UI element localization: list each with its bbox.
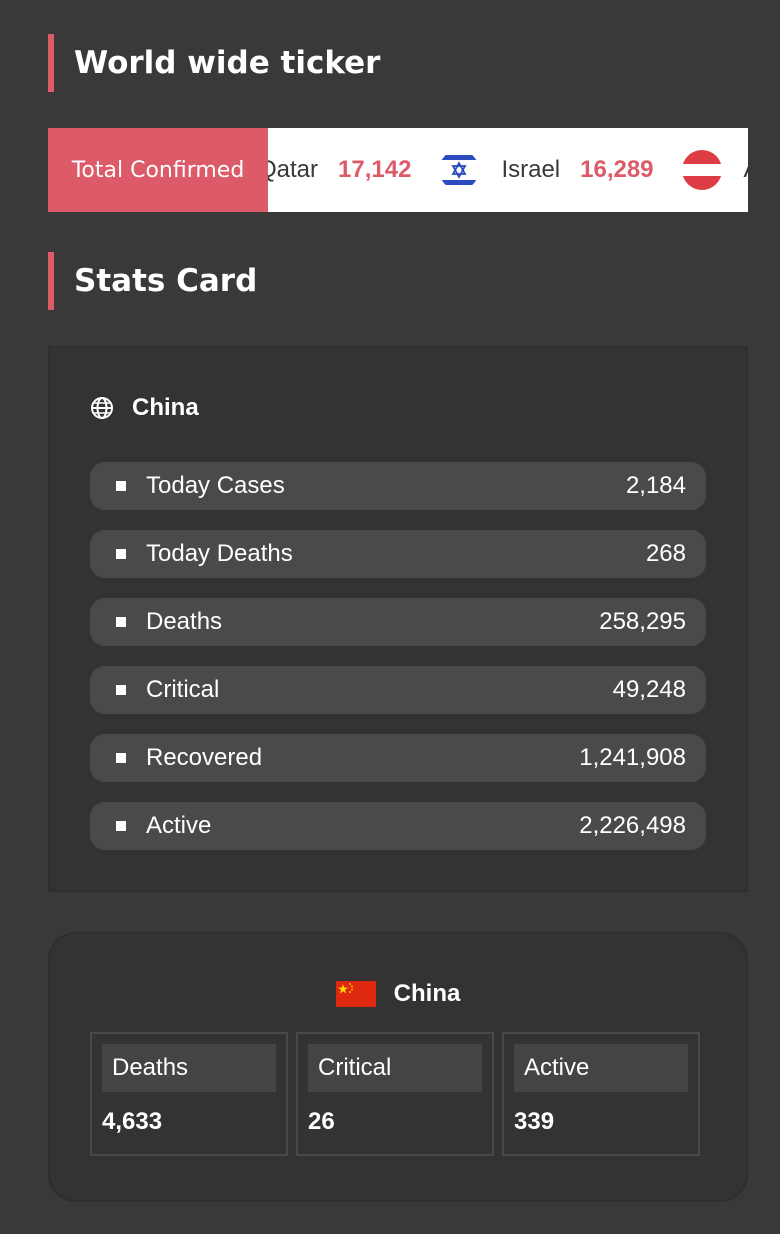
stats-card-header: China [90,394,199,422]
stat-value: 1,241,908 [579,744,686,771]
compact-box-label: Deaths [102,1044,276,1092]
globe-icon [90,396,114,420]
bullet-icon [116,821,126,831]
compact-box-label: Critical [308,1044,482,1092]
stat-row-today-deaths: Today Deaths 268 [90,530,706,578]
stat-row-today-cases: Today Cases 2,184 [90,462,706,510]
bullet-icon [116,481,126,491]
stat-row-recovered: Recovered 1,241,908 [90,734,706,782]
compact-card-country: China [393,980,461,1007]
bullet-icon [116,617,126,627]
compact-card-header: China [50,980,746,1008]
compact-box-label: Active [514,1044,688,1092]
austria-flag-icon [681,150,722,190]
ticker-label: Total Confirmed [48,128,268,212]
stats-section-title: Stats Card [48,252,748,310]
stat-value: 258,295 [599,608,686,635]
stat-value: 2,184 [625,472,686,499]
bullet-icon [116,753,126,763]
china-flag-icon [335,981,376,1007]
stats-list: Today Cases 2,184 Today Deaths 268 Death… [90,462,706,870]
compact-box-deaths: Deaths 4,633 [90,1032,288,1156]
ticker-country-name: Israel [501,156,561,183]
stat-label: Deaths [146,608,223,635]
stat-label: Active [146,812,212,839]
bullet-icon [116,549,126,559]
stat-row-deaths: Deaths 258,295 [90,598,706,646]
stats-card: China Today Cases 2,184 Today Deaths 268… [48,346,748,892]
stat-value: 49,248 [612,676,686,703]
stat-label: Today Cases [146,472,285,499]
stat-value: 268 [645,540,686,567]
ticker-item-austria: A [681,150,748,190]
stat-label: Today Deaths [146,540,293,567]
ticker-country-value: 17,142 [338,156,412,183]
compact-stat-boxes: Deaths 4,633 Critical 26 Active 339 [90,1032,700,1156]
stat-value: 2,226,498 [579,812,686,839]
compact-box-value: 4,633 [102,1108,163,1135]
bullet-icon [116,685,126,695]
ticker-item-israel: Israel 16,289 [439,150,654,190]
ticker-section-title: World wide ticker [48,34,748,92]
compact-box-critical: Critical 26 [296,1032,494,1156]
ticker-track: Qatar 17,142 Israel 16,289 [258,128,748,212]
ticker-country-value: 16,289 [580,156,654,183]
stat-row-active: Active 2,226,498 [90,802,706,850]
israel-flag-icon [439,150,480,190]
stat-label: Critical [146,676,220,703]
world-ticker: Total Confirmed Qatar 17,142 Israel 16,2… [48,128,748,212]
compact-box-value: 26 [308,1108,335,1135]
ticker-country-name: A [744,156,748,184]
stats-card-country: China [132,394,199,421]
stat-label: Recovered [146,744,263,771]
compact-box-value: 339 [514,1108,555,1135]
stat-row-critical: Critical 49,248 [90,666,706,714]
ticker-item-qatar: Qatar 17,142 [258,156,411,184]
compact-stats-card: China Deaths 4,633 Critical 26 Active 33… [48,932,748,1202]
compact-box-active: Active 339 [502,1032,700,1156]
